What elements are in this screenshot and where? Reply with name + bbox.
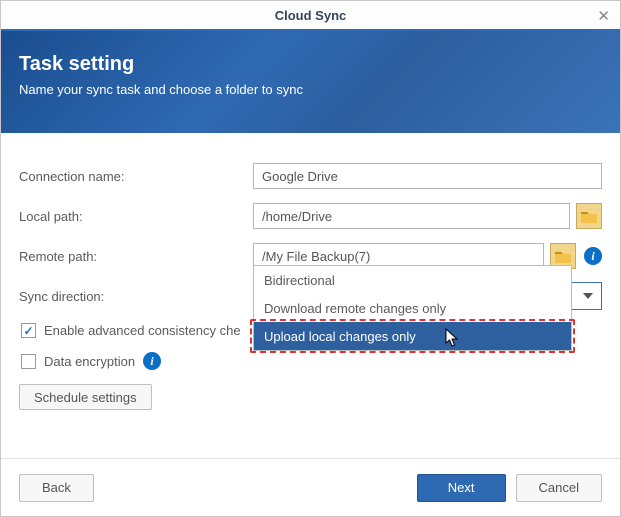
dropdown-option-label: Upload local changes only [264, 329, 416, 344]
info-icon[interactable]: i [143, 352, 161, 370]
dropdown-option-download-only[interactable]: Download remote changes only [254, 294, 571, 322]
local-path-input[interactable] [253, 203, 570, 229]
dropdown-option-upload-only[interactable]: Upload local changes only [254, 322, 571, 350]
local-path-label: Local path: [19, 209, 253, 224]
folder-icon [555, 250, 571, 263]
page-title: Task setting [19, 53, 602, 76]
back-button[interactable]: Back [19, 474, 94, 502]
dropdown-option-bidirectional[interactable]: Bidirectional [254, 266, 571, 294]
row-local-path: Local path: [19, 203, 602, 229]
footer: Back Next Cancel [1, 458, 620, 516]
cloud-sync-dialog: Cloud Sync ✕ Task setting Name your sync… [0, 0, 621, 517]
window-title: Cloud Sync [275, 8, 347, 23]
consistency-check-checkbox[interactable] [21, 323, 36, 338]
form-content: Connection name: Local path: Remote path… [1, 133, 620, 458]
data-encryption-label: Data encryption [44, 354, 135, 369]
info-icon[interactable]: i [584, 247, 602, 265]
schedule-settings-button[interactable]: Schedule settings [19, 384, 152, 410]
titlebar: Cloud Sync ✕ [1, 1, 620, 31]
connection-name-input[interactable] [253, 163, 602, 189]
close-icon[interactable]: ✕ [597, 7, 610, 25]
chevron-down-icon [583, 293, 593, 299]
header-panel: Task setting Name your sync task and cho… [1, 31, 620, 133]
remote-path-label: Remote path: [19, 249, 253, 264]
folder-icon [581, 210, 597, 223]
sync-direction-dropdown: Bidirectional Download remote changes on… [253, 265, 572, 351]
cancel-button[interactable]: Cancel [516, 474, 602, 502]
local-path-browse-button[interactable] [576, 203, 602, 229]
page-subtitle: Name your sync task and choose a folder … [19, 82, 602, 97]
data-encryption-checkbox[interactable] [21, 354, 36, 369]
consistency-check-label: Enable advanced consistency che [44, 323, 241, 338]
next-button[interactable]: Next [417, 474, 506, 502]
cursor-icon [445, 328, 461, 351]
connection-name-label: Connection name: [19, 169, 253, 184]
row-data-encryption: Data encryption i [19, 352, 602, 370]
row-connection-name: Connection name: [19, 163, 602, 189]
sync-direction-label: Sync direction: [19, 289, 253, 304]
